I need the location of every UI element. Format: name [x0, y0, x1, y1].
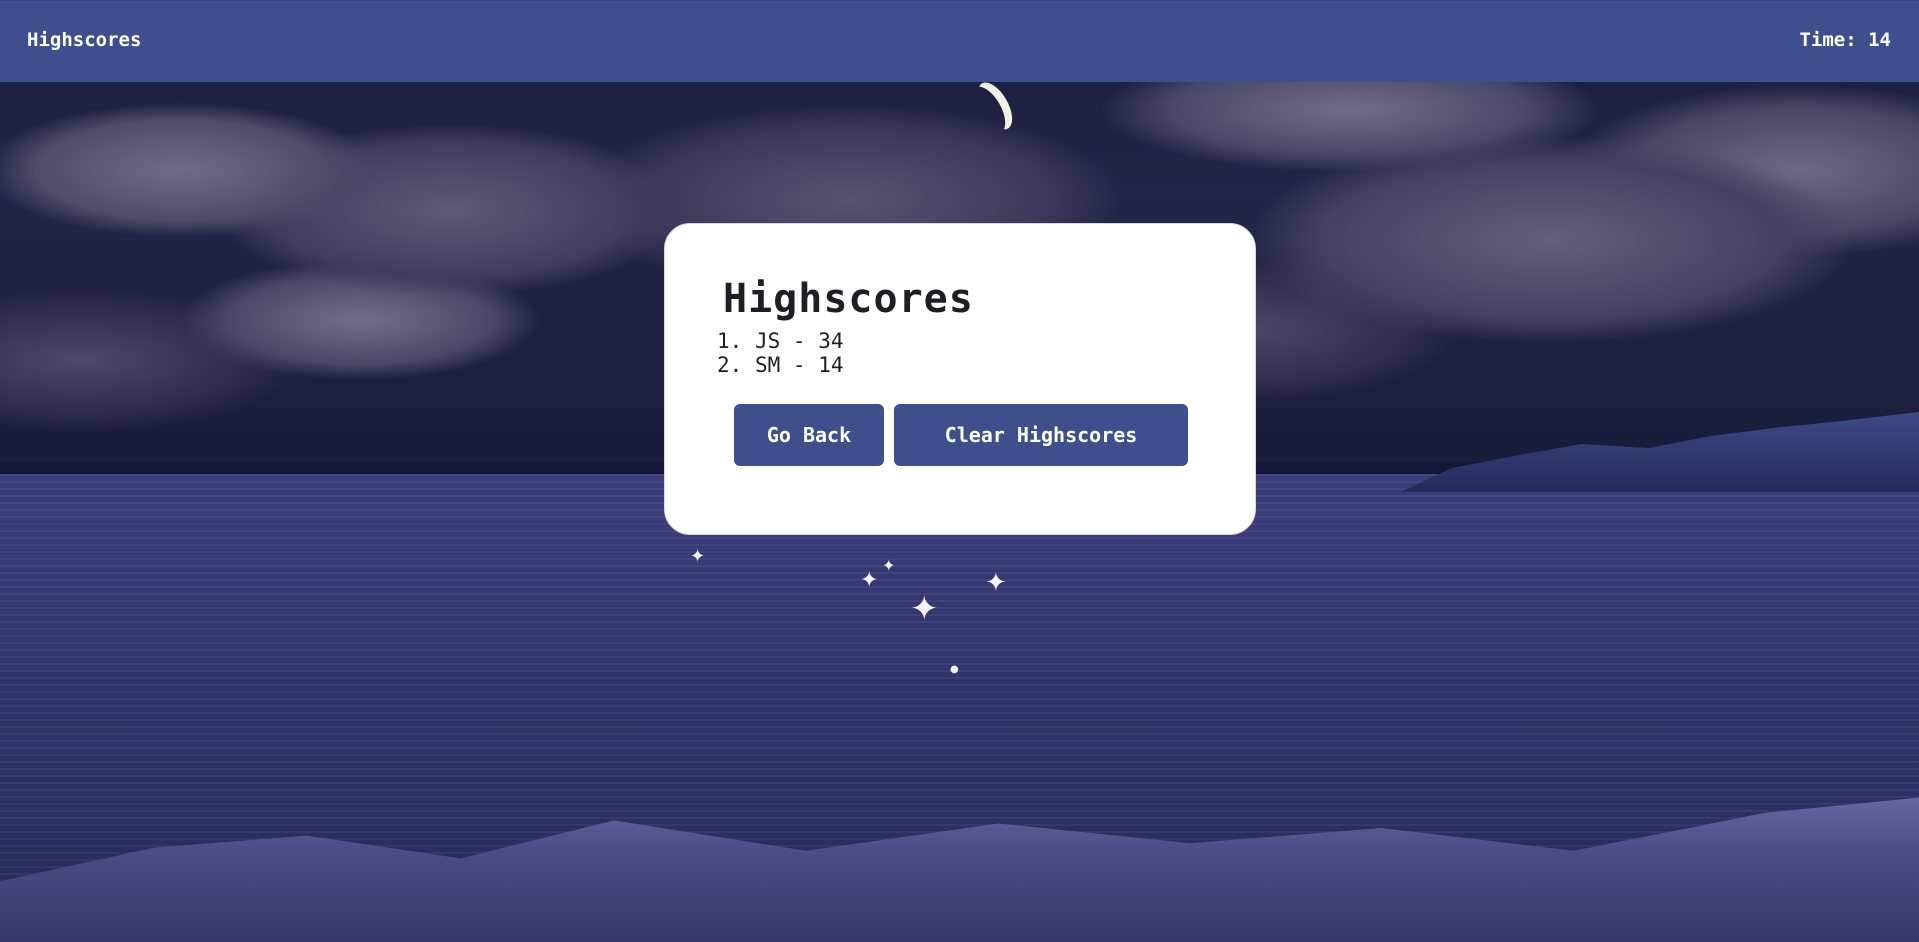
score-rank: 1.: [717, 329, 743, 353]
timer: Time: 14: [1799, 29, 1891, 51]
clear-highscores-button[interactable]: Clear Highscores: [894, 404, 1188, 466]
score-value: 34: [818, 329, 844, 353]
view-highscores-link[interactable]: Highscores: [27, 29, 141, 51]
sparkle-icon: ✦: [882, 556, 896, 575]
score-rank: 2.: [717, 353, 743, 377]
sparkle-icon: ✦: [690, 546, 706, 567]
sparkle-icon: ✦: [910, 589, 939, 629]
list-item: 1. JS - 34: [717, 329, 844, 353]
timer-value: 14: [1868, 29, 1891, 51]
score-initials: SM: [754, 353, 781, 377]
highscores-list: 1. JS - 34 2. SM - 14: [717, 329, 843, 377]
sparkle-icon: ✦: [860, 568, 879, 593]
score-initials: JS: [754, 329, 781, 353]
go-back-button[interactable]: Go Back: [734, 404, 884, 466]
highscores-card: Highscores 1. JS - 34 2. SM - 14 Go Back…: [664, 223, 1256, 535]
sparkle-icon: ●: [950, 664, 959, 675]
sparkle-icon: ✦: [985, 568, 1007, 598]
list-item: 2. SM - 14: [717, 353, 844, 377]
timer-label: Time:: [1799, 29, 1857, 51]
top-bar: Highscores Time: 14: [0, 0, 1919, 82]
highscores-title: Highscores: [723, 276, 974, 322]
score-value: 14: [818, 353, 844, 377]
